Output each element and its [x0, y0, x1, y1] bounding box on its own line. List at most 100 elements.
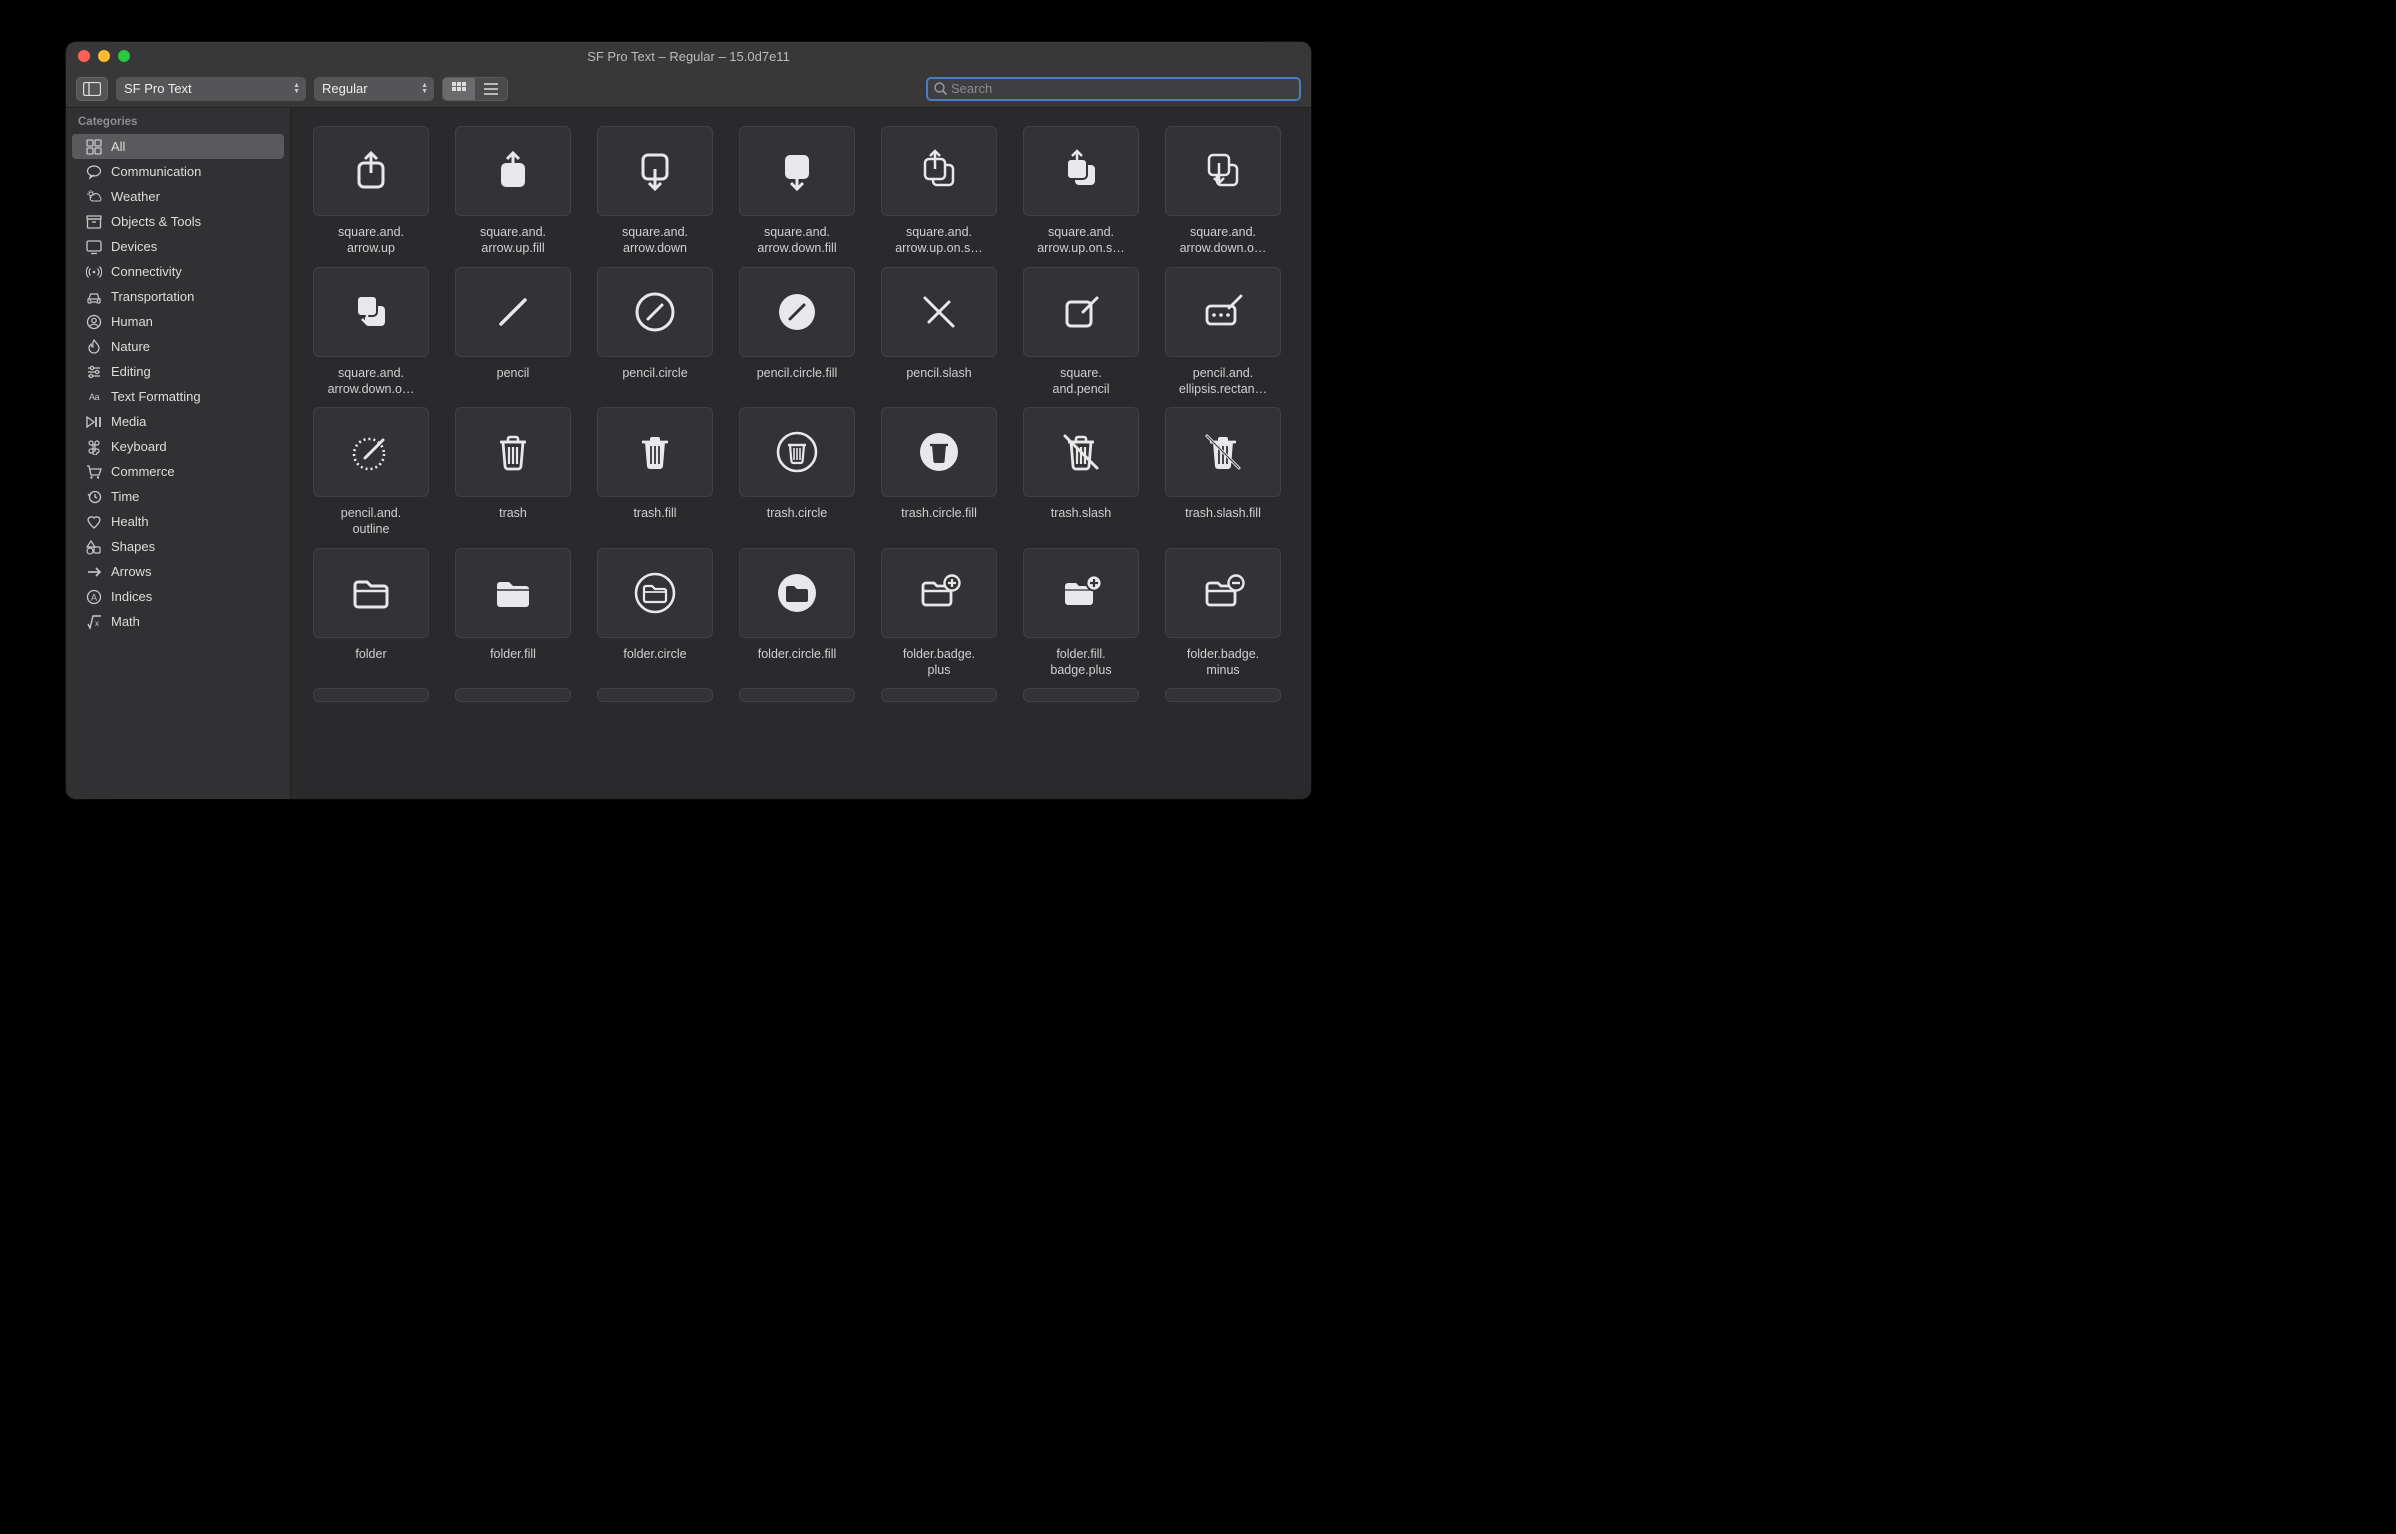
- symbol-cell[interactable]: square.and.arrow.down.o…: [1165, 126, 1281, 257]
- symbol-cell[interactable]: pencil.circle: [597, 267, 713, 398]
- symbol-cell[interactable]: square.and.arrow.up.fill: [455, 126, 571, 257]
- symbol-cell[interactable]: square.and.arrow.up: [313, 126, 429, 257]
- symbol-grid: square.and.arrow.upsquare.and.arrow.up.f…: [291, 108, 1311, 728]
- textformat-icon: Aa: [86, 389, 102, 405]
- sidebar-item-communication[interactable]: Communication: [66, 159, 290, 184]
- symbol-label: square.and.arrow.down: [597, 224, 713, 257]
- font-select[interactable]: SF Pro Text ▲▼: [116, 77, 306, 101]
- symbol-cell[interactable]: folder.fill: [455, 548, 571, 679]
- symbol-cell[interactable]: trash.slash: [1023, 407, 1139, 538]
- search-input[interactable]: [951, 81, 1293, 96]
- symbol-cell[interactable]: [881, 688, 997, 710]
- symbol-label: folder.circle.fill: [739, 646, 855, 662]
- symbol-cell[interactable]: [597, 688, 713, 710]
- close-window-button[interactable]: [78, 50, 90, 62]
- sidebar-item-math[interactable]: Math: [66, 609, 290, 634]
- symbol-label: square.and.arrow.down.fill: [739, 224, 855, 257]
- search-field[interactable]: [926, 77, 1301, 101]
- symbol-tile: [1165, 267, 1281, 357]
- grid-view-button[interactable]: [443, 78, 475, 100]
- symbol-tile: [739, 126, 855, 216]
- sidebar-item-time[interactable]: Time: [66, 484, 290, 509]
- sidebar-item-label: All: [111, 139, 125, 154]
- symbol-cell[interactable]: trash.circle.fill: [881, 407, 997, 538]
- symbol-cell[interactable]: trash: [455, 407, 571, 538]
- symbol-cell[interactable]: [455, 688, 571, 710]
- symbol-tile: [1023, 688, 1139, 702]
- titlebar: SF Pro Text – Regular – 15.0d7e11: [66, 42, 1311, 70]
- sidebar-item-commerce[interactable]: Commerce: [66, 459, 290, 484]
- sidebar-item-devices[interactable]: Devices: [66, 234, 290, 259]
- symbol-cell[interactable]: folder.fill.badge.plus: [1023, 548, 1139, 679]
- symbol-label: trash.fill: [597, 505, 713, 521]
- sidebar-item-connectivity[interactable]: Connectivity: [66, 259, 290, 284]
- share-up-on-square-icon: [915, 147, 963, 195]
- share-down-fill-icon: [773, 147, 821, 195]
- sidebar-item-keyboard[interactable]: Keyboard: [66, 434, 290, 459]
- sidebar-item-all[interactable]: All: [72, 134, 284, 159]
- symbol-label: pencil.slash: [881, 365, 997, 381]
- sidebar-item-shapes[interactable]: Shapes: [66, 534, 290, 559]
- bubble-icon: [86, 164, 102, 180]
- app-window: SF Pro Text – Regular – 15.0d7e11 SF Pro…: [66, 42, 1311, 799]
- sidebar-item-arrows[interactable]: Arrows: [66, 559, 290, 584]
- sidebar-item-transportation[interactable]: Transportation: [66, 284, 290, 309]
- symbol-tile: [313, 407, 429, 497]
- symbol-cell[interactable]: square.and.arrow.down.fill: [739, 126, 855, 257]
- symbol-grid-scroll[interactable]: square.and.arrow.upsquare.and.arrow.up.f…: [291, 108, 1311, 799]
- sidebar-item-objects-tools[interactable]: Objects & Tools: [66, 209, 290, 234]
- pencil-icon: [489, 288, 537, 336]
- symbol-tile: [739, 548, 855, 638]
- sidebar-item-health[interactable]: Health: [66, 509, 290, 534]
- symbol-cell[interactable]: folder.circle.fill: [739, 548, 855, 679]
- command-icon: [86, 439, 102, 455]
- sidebar-item-nature[interactable]: Nature: [66, 334, 290, 359]
- archivebox-icon: [86, 214, 102, 230]
- share-down-on-square-icon: [1199, 147, 1247, 195]
- sidebar-item-weather[interactable]: Weather: [66, 184, 290, 209]
- sidebar-toggle-button[interactable]: [76, 77, 108, 101]
- symbol-cell[interactable]: pencil.and.outline: [313, 407, 429, 538]
- sidebar-item-label: Connectivity: [111, 264, 182, 279]
- folder-fill-icon: [489, 569, 537, 617]
- folder-icon: [347, 569, 395, 617]
- sidebar-item-editing[interactable]: Editing: [66, 359, 290, 384]
- symbol-cell[interactable]: pencil.circle.fill: [739, 267, 855, 398]
- sidebar-item-text-formatting[interactable]: AaText Formatting: [66, 384, 290, 409]
- symbol-cell[interactable]: trash.slash.fill: [1165, 407, 1281, 538]
- sidebar-item-label: Media: [111, 414, 146, 429]
- symbol-cell[interactable]: [313, 688, 429, 710]
- symbol-cell[interactable]: [739, 688, 855, 710]
- minimize-window-button[interactable]: [98, 50, 110, 62]
- sidebar-item-media[interactable]: Media: [66, 409, 290, 434]
- symbol-cell[interactable]: [1023, 688, 1139, 710]
- symbol-tile: [881, 548, 997, 638]
- symbol-cell[interactable]: square.and.arrow.up.on.s…: [881, 126, 997, 257]
- cloud-sun-icon: [86, 189, 102, 205]
- symbol-cell[interactable]: pencil: [455, 267, 571, 398]
- symbol-cell[interactable]: square.and.arrow.down: [597, 126, 713, 257]
- symbol-cell[interactable]: square.and.arrow.down.o…: [313, 267, 429, 398]
- symbol-cell[interactable]: trash.circle: [739, 407, 855, 538]
- weight-select[interactable]: Regular ▲▼: [314, 77, 434, 101]
- symbol-cell[interactable]: folder: [313, 548, 429, 679]
- symbol-cell[interactable]: square.and.arrow.up.on.s…: [1023, 126, 1139, 257]
- symbol-tile: [455, 126, 571, 216]
- symbol-cell[interactable]: trash.fill: [597, 407, 713, 538]
- symbol-tile: [313, 126, 429, 216]
- symbol-cell[interactable]: pencil.slash: [881, 267, 997, 398]
- list-view-button[interactable]: [475, 78, 507, 100]
- symbol-cell[interactable]: [1165, 688, 1281, 710]
- shapes-icon: [86, 539, 102, 555]
- sidebar-item-indices[interactable]: Indices: [66, 584, 290, 609]
- trash-icon: [489, 428, 537, 476]
- zoom-window-button[interactable]: [118, 50, 130, 62]
- symbol-cell[interactable]: folder.badge.plus: [881, 548, 997, 679]
- symbol-cell[interactable]: folder.circle: [597, 548, 713, 679]
- symbol-cell[interactable]: folder.badge.minus: [1165, 548, 1281, 679]
- symbol-cell[interactable]: square.and.pencil: [1023, 267, 1139, 398]
- symbol-label: pencil.circle: [597, 365, 713, 381]
- symbol-cell[interactable]: pencil.and.ellipsis.rectan…: [1165, 267, 1281, 398]
- weight-select-value: Regular: [322, 81, 368, 96]
- sidebar-item-human[interactable]: Human: [66, 309, 290, 334]
